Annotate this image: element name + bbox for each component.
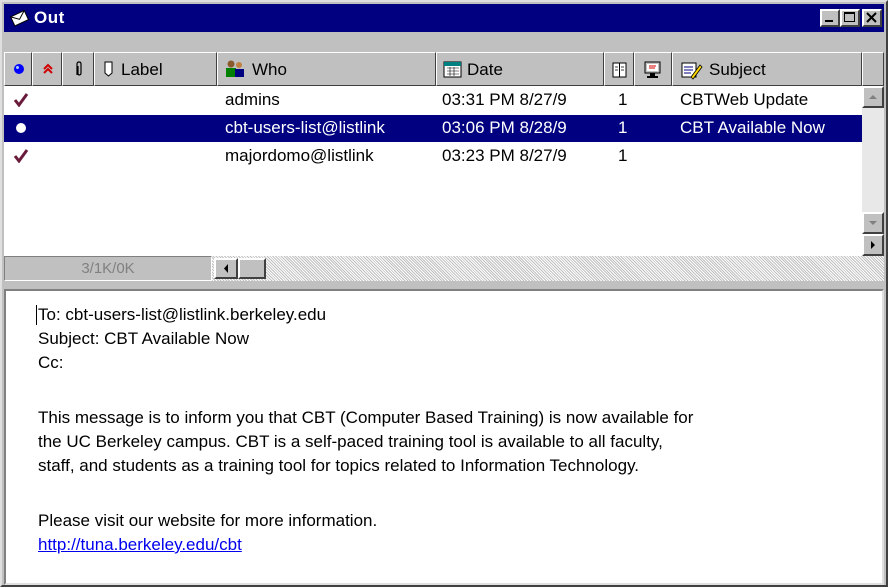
message-subject: CBTWeb Update [680,90,809,109]
vertical-scrollbar[interactable] [862,86,884,256]
out-mailbox-window: Out Label Who Date Subject admins 03:31 … [0,0,888,587]
people-icon [226,60,244,77]
close-icon [866,12,877,23]
header-corner [862,52,884,86]
calendar-icon [443,61,462,78]
message-priority: 1 [618,118,628,137]
message-date: 03:31 PM 8/27/9 [442,90,567,109]
server-status-column-header[interactable] [634,52,672,86]
paperclip-icon [76,61,82,76]
message-preview-pane[interactable]: To: cbt-users-list@listlink.berkeley.edu… [4,289,884,585]
preview-body-line: staff, and students as a training tool f… [38,456,640,475]
message-priority: 1 [618,90,628,109]
message-row[interactable]: admins 03:31 PM 8/27/9 1 CBTWeb Update [4,87,862,114]
message-who: majordomo@listlink [225,146,374,165]
attachment-column-header[interactable] [62,52,94,86]
label-column-header[interactable]: Label [94,52,217,86]
message-date: 03:23 PM 8/27/9 [442,146,567,165]
message-who: admins [225,90,280,109]
subject-column-header[interactable]: Subject [672,52,862,86]
computer-icon [644,61,661,78]
message-date: 03:06 PM 8/28/9 [442,118,567,137]
scroll-down-button[interactable] [862,212,884,234]
preview-to-line: To: cbt-users-list@listlink.berkeley.edu [38,305,327,324]
preview-body-line: the UC Berkeley campus. CBT is a self-pa… [38,432,663,451]
maximize-button[interactable] [840,9,860,27]
minimize-button[interactable] [820,9,840,27]
envelope-icon [10,9,30,27]
preview-subject-line: Subject: CBT Available Now [38,329,250,348]
scroll-right-button[interactable] [862,234,884,256]
message-who: cbt-users-list@listlink [225,118,385,137]
who-column-label: Who [252,60,287,79]
text-cursor [36,305,37,325]
bullet-icon [16,123,26,133]
message-subject: CBT Available Now [680,118,825,137]
size-column-header[interactable] [604,52,634,86]
date-column-label: Date [467,60,503,79]
title-bar[interactable]: Out [4,4,884,32]
who-column-header[interactable]: Who [217,52,436,86]
pencil-paper-icon [681,62,703,80]
scroll-left-button[interactable] [214,258,238,279]
book-icon [612,62,627,78]
message-row-selected[interactable]: cbt-users-list@listlink 03:06 PM 8/28/9 … [4,115,862,142]
horizontal-scrollbar[interactable] [212,256,884,281]
subject-column-label: Subject [709,60,766,79]
checkmark-icon [13,93,29,107]
message-priority: 1 [618,146,628,165]
message-list: admins 03:31 PM 8/27/9 1 CBTWeb Update c… [4,86,862,256]
close-button[interactable] [862,9,882,27]
scroll-up-button[interactable] [862,86,884,108]
arrow-up-icon [869,95,877,99]
label-column-label: Label [121,60,163,79]
priority-icon [43,63,53,74]
mailbox-status-text: 3/1K/0K [4,256,212,281]
pane-splitter[interactable] [4,281,884,289]
window-title: Out [34,8,65,27]
checkmark-icon [13,149,29,163]
minimize-icon [825,20,833,22]
priority-column-header[interactable] [32,52,62,86]
label-tag-icon [104,61,113,77]
arrow-right-icon [871,241,875,249]
status-dot-icon [14,64,24,74]
arrow-down-icon [869,221,877,225]
preview-cc-line: Cc: [38,353,64,372]
preview-body-line: Please visit our website for more inform… [38,511,378,530]
arrow-left-icon [224,264,228,273]
preview-website-link[interactable]: http://tuna.berkeley.edu/cbt [38,535,242,555]
horizontal-scroll-thumb[interactable] [238,258,266,279]
message-row[interactable]: majordomo@listlink 03:23 PM 8/27/9 1 [4,143,862,170]
date-column-header[interactable]: Date [436,52,604,86]
preview-body-line: This message is to inform you that CBT (… [38,408,694,427]
maximize-icon [844,12,855,22]
status-column-header[interactable] [4,52,32,86]
